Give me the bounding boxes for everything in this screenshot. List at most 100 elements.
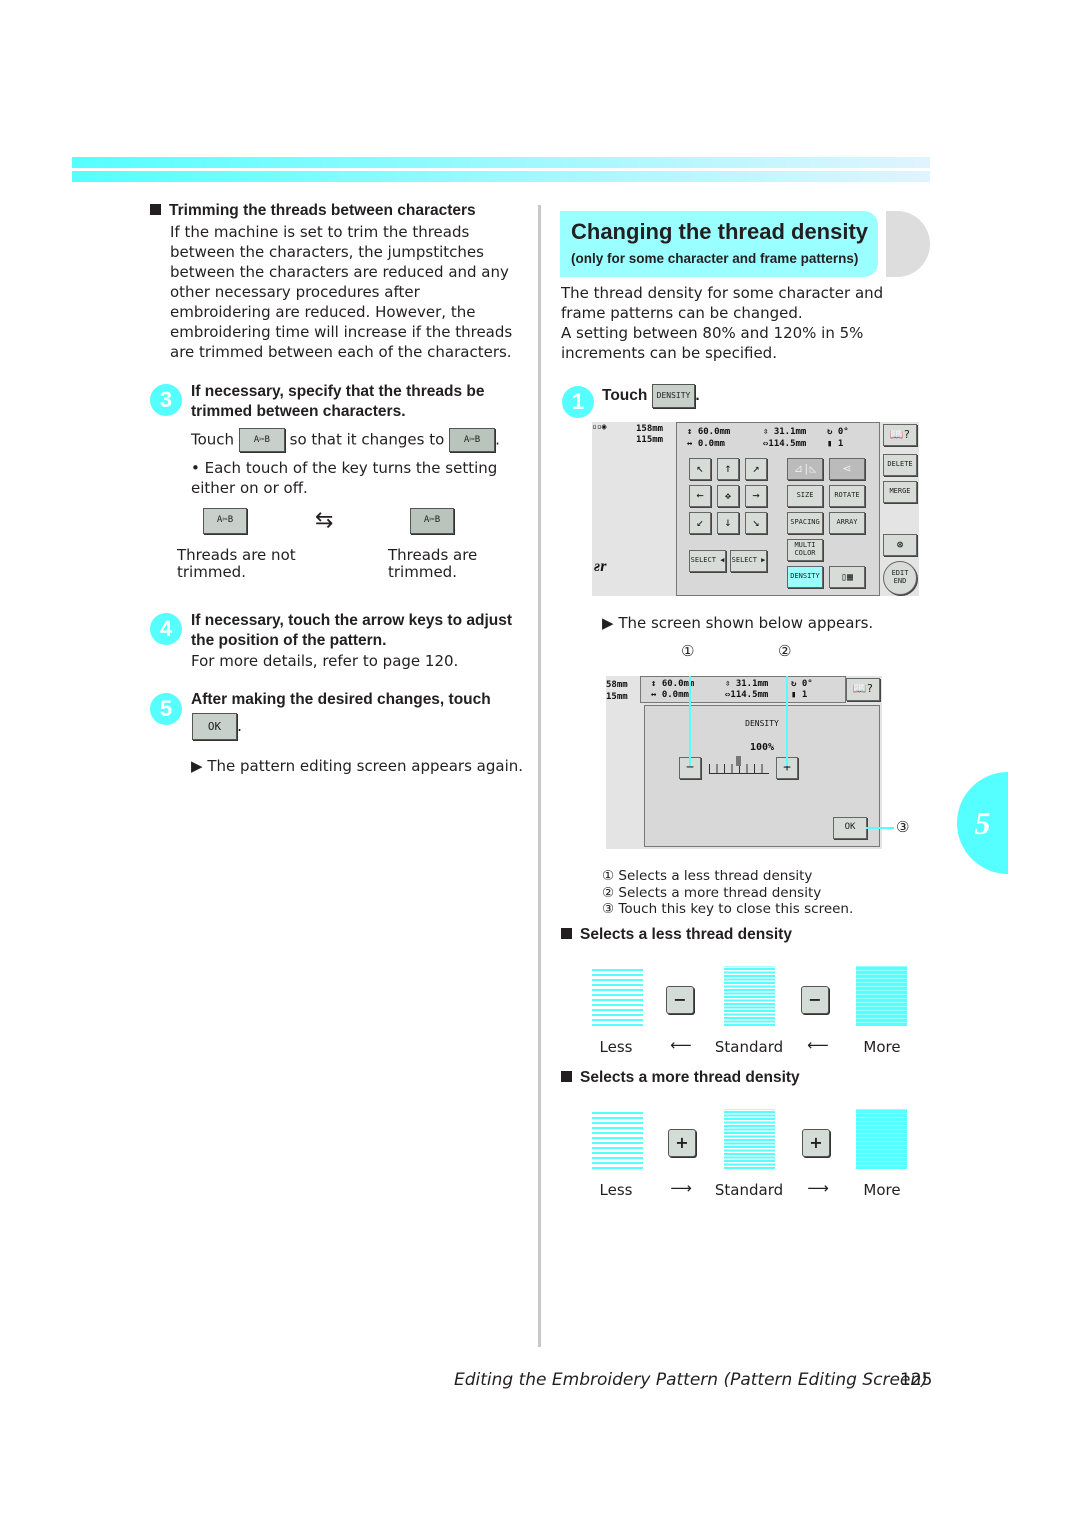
- more-density-letter: A: [856, 966, 907, 1026]
- screen-appears-note: ▶ The screen shown below appears.: [602, 614, 874, 632]
- step-5-title: After making the desired changes, touch: [191, 691, 491, 708]
- step-5-badge: 5: [150, 693, 182, 725]
- period: .: [495, 430, 500, 449]
- density-key[interactable]: DENSITY: [651, 384, 696, 408]
- title-tab-decoration: [886, 211, 930, 277]
- touch-label: Touch: [191, 430, 235, 449]
- step-3-badge: 3: [150, 384, 182, 416]
- touch-label: Touch: [602, 387, 648, 405]
- pos-x: 0.0mm: [661, 690, 689, 700]
- step-4-title: If necessary, touch the arrow keys to ad…: [191, 612, 513, 649]
- less-density-letter: A: [592, 966, 643, 1026]
- callout-line-1: [689, 676, 691, 766]
- mirror-button[interactable]: ⊿|◺: [787, 458, 823, 480]
- less-label: Less: [599, 1038, 633, 1056]
- edit-end-button[interactable]: EDIT END: [883, 561, 917, 595]
- pattern-width: 15mm: [606, 692, 628, 702]
- delete-button[interactable]: DELETE: [883, 454, 917, 476]
- pattern-preview-icon: ▫▫◉: [592, 422, 607, 431]
- chapter-tab: 5: [957, 772, 1008, 874]
- footer-title: Editing the Embroidery Pattern (Pattern …: [454, 1370, 928, 1390]
- minus-key-icon: −: [801, 986, 829, 1014]
- minus-key-icon: −: [666, 986, 694, 1014]
- arrow-left-button[interactable]: ←: [689, 485, 711, 507]
- step-3-title: If necessary, specify that the threads b…: [191, 383, 485, 420]
- standard-density-letter: A: [724, 966, 775, 1026]
- density-label: DENSITY: [745, 719, 779, 728]
- flip-button[interactable]: ⋖: [829, 458, 865, 480]
- header-band-top: [72, 157, 930, 168]
- trim-on-key[interactable]: A✂B: [449, 428, 496, 452]
- less-density-letter: A: [592, 1109, 643, 1169]
- trim-off-key[interactable]: A✂B: [238, 428, 285, 452]
- arrow-up-button[interactable]: ↑: [717, 458, 739, 480]
- step-3-bullet: • Each touch of the key turns the settin…: [191, 459, 498, 497]
- result-text: The pattern editing screen appears again…: [207, 757, 524, 775]
- spacing-button[interactable]: SPACING: [787, 512, 823, 534]
- merge-button[interactable]: MERGE: [883, 481, 917, 503]
- trim-heading: Trimming the threads between characters: [150, 202, 476, 220]
- ok-key[interactable]: OK: [192, 713, 237, 740]
- help-button[interactable]: 📖?: [846, 678, 880, 701]
- intro-2: A setting between 80% and 120% in 5% inc…: [561, 324, 864, 362]
- help-button[interactable]: 📖?: [883, 424, 917, 446]
- rotation: 0°: [801, 679, 813, 689]
- step-1-instruction: Touch DENSITY.: [602, 384, 700, 408]
- size-h: 31.1mm: [735, 679, 769, 689]
- size-w: 114.5mm: [730, 690, 769, 700]
- trim-body: If the machine is set to trim the thread…: [170, 223, 513, 361]
- callout-3: ③: [896, 818, 910, 836]
- period: .: [237, 716, 243, 735]
- callout-line-2: [786, 676, 788, 766]
- less-heading: Selects a less thread density: [561, 926, 792, 944]
- arrow-up-left-button[interactable]: ↖: [689, 458, 711, 480]
- less-label: Less: [599, 1181, 633, 1199]
- density-indicator: [736, 756, 741, 766]
- callout-notes: ① Selects a less thread density ② Select…: [602, 868, 853, 918]
- note-2: ② Selects a more thread density: [602, 884, 822, 901]
- period: .: [695, 387, 700, 405]
- step-1-badge: 1: [562, 386, 594, 418]
- select-prev-button[interactable]: SELECT ◀: [689, 550, 726, 572]
- arrow-right-button[interactable]: →: [745, 485, 767, 507]
- size-button[interactable]: SIZE: [787, 485, 823, 507]
- color-count: 1: [801, 690, 808, 700]
- trim-on-icon: A✂B: [410, 508, 454, 534]
- size-w: 114.5mm: [768, 439, 807, 449]
- standard-label: Standard: [714, 1038, 784, 1056]
- plus-key-icon: +: [668, 1129, 696, 1157]
- select-next-button[interactable]: SELECT ▶: [730, 550, 767, 572]
- color-count: 1: [837, 439, 844, 449]
- trimmed-caption: Threads are trimmed.: [388, 546, 478, 581]
- trim-off-icon: A✂B: [203, 508, 247, 534]
- right-arrow: ⟶: [807, 1179, 829, 1197]
- step-4-body: For more details, refer to page 120.: [191, 652, 459, 670]
- bullet-text: Each touch of the key turns the setting …: [191, 459, 498, 497]
- standard-label: Standard: [714, 1181, 784, 1199]
- callout-1: ①: [681, 642, 695, 660]
- ok-button[interactable]: OK: [833, 817, 867, 839]
- step-4-badge: 4: [150, 613, 182, 645]
- rotation: 0°: [837, 427, 849, 437]
- section-title-box: Changing the thread density (only for so…: [560, 211, 878, 277]
- appears-text: The screen shown below appears.: [618, 614, 874, 632]
- multi-color-button[interactable]: MULTI COLOR: [787, 539, 823, 561]
- color-sort-button[interactable]: ▯▦: [829, 566, 865, 588]
- pos-x: 0.0mm: [697, 439, 725, 449]
- section-title: Changing the thread density: [571, 219, 869, 244]
- changes-label: so that it changes to: [289, 430, 445, 449]
- arrow-down-right-button[interactable]: ↘: [745, 512, 767, 534]
- step-3-instruction: Touch A✂B so that it changes to A✂B.: [191, 428, 500, 452]
- more-label: More: [863, 1181, 901, 1199]
- pattern-editing-screen: 158mm 115mm ▫▫◉ ƨr ↕ 60.0mm ↔ 0.0mm ⇳ 31.1…: [592, 422, 919, 596]
- rotate-button[interactable]: ROTATE: [829, 485, 865, 507]
- arrow-down-left-button[interactable]: ↙: [689, 512, 711, 534]
- array-button[interactable]: ARRAY: [829, 512, 865, 534]
- arrow-up-right-button[interactable]: ↗: [745, 458, 767, 480]
- more-density-letter: A: [856, 1109, 907, 1169]
- size-h: 31.1mm: [773, 427, 807, 437]
- embroider-preview-button[interactable]: ⊛: [883, 534, 917, 556]
- center-button[interactable]: ✥: [717, 485, 739, 507]
- density-button[interactable]: DENSITY: [787, 566, 823, 588]
- arrow-down-button[interactable]: ↓: [717, 512, 739, 534]
